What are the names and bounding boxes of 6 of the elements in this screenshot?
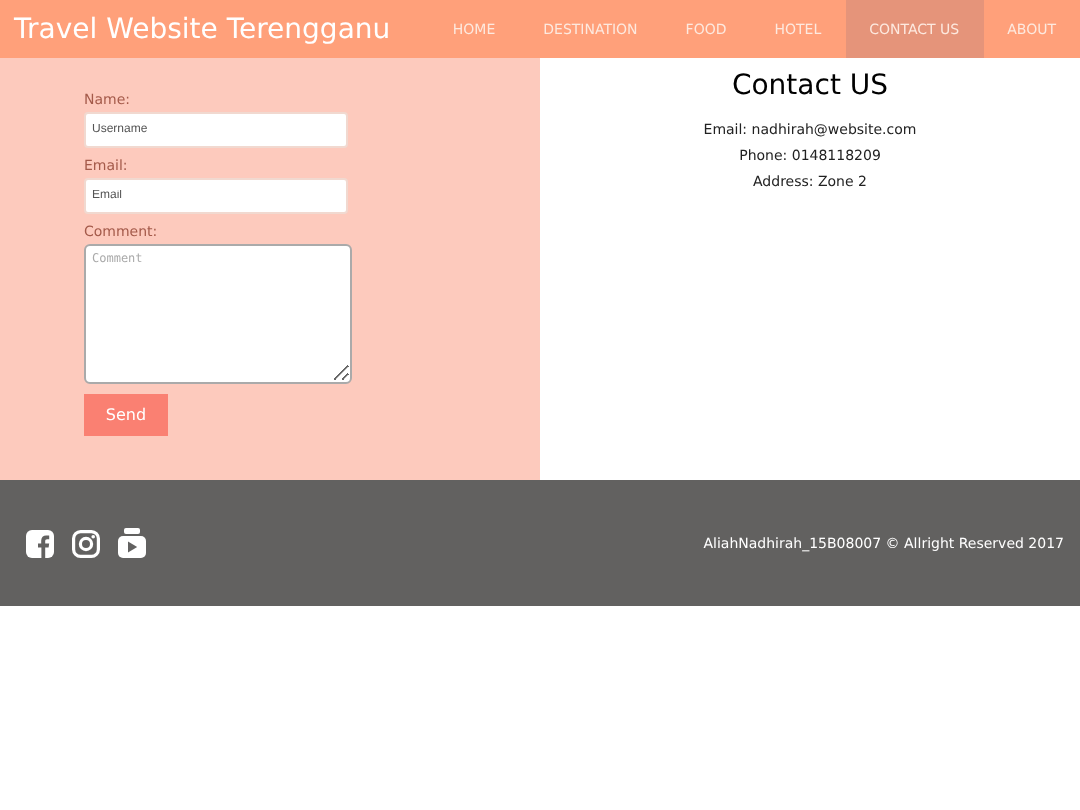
send-button[interactable]: Send	[84, 394, 168, 436]
contact-heading: Contact US	[731, 70, 889, 102]
instagram-icon[interactable]	[72, 529, 100, 557]
site-title[interactable]: Travel Website Terengganu	[0, 13, 391, 45]
facebook-icon[interactable]	[26, 529, 54, 557]
video-icon[interactable]	[118, 528, 146, 558]
